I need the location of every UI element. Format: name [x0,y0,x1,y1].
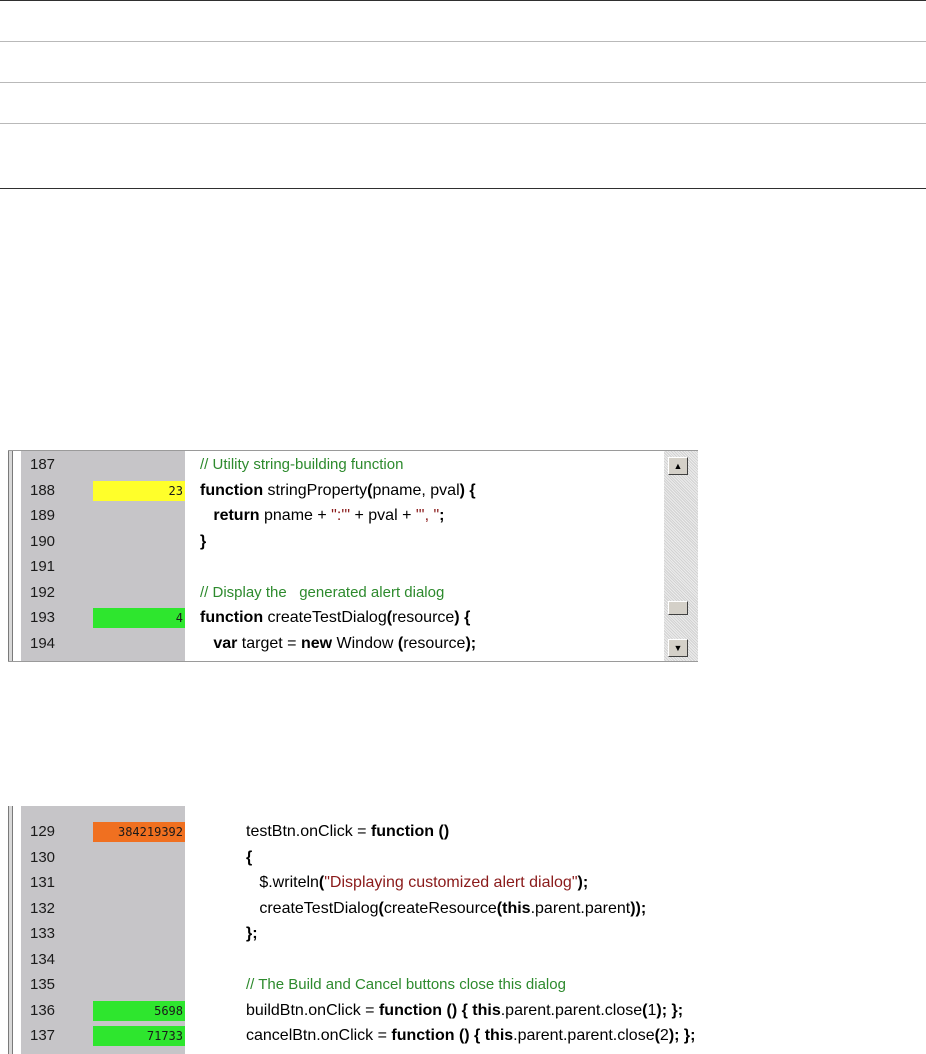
line-number: 129 [30,823,56,840]
code-line[interactable]: $.writeln("Displaying customized alert d… [246,873,588,893]
execution-count: 4 [93,608,185,628]
arrow-up-icon: ▲ [673,461,683,471]
code-line[interactable]: var target = new Window (resource); [200,634,476,654]
comment-token: // The Build and Cancel buttons close th… [246,976,566,993]
line-number: 191 [30,558,56,575]
keyword-token: new [300,634,333,652]
line-number: 189 [30,507,56,524]
line-number: 190 [30,532,56,550]
gutter-border [8,806,13,1054]
line-number: 132 [30,899,56,917]
string-token: ":'" [331,507,351,524]
keyword-token: ; [439,507,445,524]
keyword-token: }; [246,925,258,942]
scroll-thumb[interactable] [668,601,688,615]
line-number: 192 [30,583,56,601]
string-token: "Displaying customized alert dialog" [324,874,578,891]
code-line[interactable]: } [200,532,206,552]
comment-token: // Display the generated alert dialog [200,583,445,601]
divider [0,123,926,124]
keyword-token: ); [577,874,589,891]
execution-count: 71733 [93,1026,185,1046]
code-token: stringProperty [263,481,368,499]
code-editor-panel-1: 187 // Utility string-building function 18… [8,450,698,662]
keyword-token: function () [370,823,450,840]
code-token: pname, pval [372,481,460,499]
code-token: createTestDialog [263,609,387,626]
keyword-token: function [200,609,264,626]
keyword-token: )); [630,899,647,917]
code-line[interactable]: function createTestDialog(resource) { [200,608,470,628]
code-token: target = [237,634,301,652]
line-number: 135 [30,976,56,993]
keyword-token: this [502,899,531,917]
code-line[interactable]: testBtn.onClick = function () [246,822,449,842]
keyword-token: { [246,848,253,866]
execution-count: 5698 [93,1000,185,1021]
string-token: "', " [415,507,440,524]
vertical-scrollbar[interactable]: ▲ ▼ [664,451,698,661]
keyword-token: function () { this [391,1027,514,1044]
line-number: 137 [30,1027,56,1044]
keyword-token: var [200,634,238,652]
code-token: testBtn.onClick = [246,823,371,840]
line-number: 136 [30,1001,56,1019]
code-token: pname + [259,507,332,524]
code-token: resource [392,609,455,626]
code-token: createTestDialog [246,899,379,917]
code-token: $.writeln [246,874,319,891]
line-number: 193 [30,609,56,626]
code-token: + pval + [350,507,416,524]
gutter-border [8,451,13,661]
code-token: cancelBtn.onClick = [246,1027,392,1044]
execution-count: 23 [93,480,185,501]
line-number: 130 [30,848,56,866]
arrow-down-icon: ▼ [673,643,683,653]
divider [0,0,926,1]
line-number: 194 [30,634,56,652]
code-line[interactable]: cancelBtn.onClick = function () { this.p… [246,1026,695,1046]
execution-count: 384219392 [93,822,185,842]
code-line[interactable]: }; [246,924,258,944]
line-number: 134 [30,950,56,968]
code-editor-panel-2: 129 384219392 testBtn.onClick = function (… [8,806,868,1054]
code-token: .parent.parent.close [513,1027,655,1044]
keyword-token: function [200,481,264,499]
keyword-token: ) { [459,481,476,499]
divider [0,188,926,189]
line-number: 188 [30,481,56,499]
divider [0,82,926,83]
code-line[interactable]: // The Build and Cancel buttons close th… [246,975,566,995]
code-token: 2 [659,1027,669,1044]
keyword-token: ); }; [668,1027,696,1044]
keyword-token: ); }; [656,1001,684,1019]
line-number: 133 [30,925,56,942]
code-line[interactable]: // Utility string-building function [200,455,403,475]
code-token: buildBtn.onClick = [246,1001,379,1019]
comment-token: // Utility string-building function [200,456,404,473]
keyword-token: function () { this [378,1001,501,1019]
code-line[interactable]: return pname + ":'" + pval + "', "; [200,506,445,526]
scroll-up-button[interactable]: ▲ [668,457,688,475]
code-token: resource [403,634,466,652]
code-line[interactable]: function stringProperty(pname, pval) { [200,481,476,501]
code-line[interactable]: buildBtn.onClick = function () { this.pa… [246,1001,683,1021]
keyword-token: } [200,532,207,550]
code-line[interactable]: // Display the generated alert dialog [200,583,444,603]
keyword-token: return [200,507,260,524]
code-token: createResource [383,899,497,917]
code-line[interactable]: { [246,848,252,868]
divider [0,41,926,42]
line-number: 187 [30,456,56,473]
code-line[interactable]: createTestDialog(createResource(this.par… [246,899,646,919]
keyword-token: ); [465,634,477,652]
scroll-down-button[interactable]: ▼ [668,639,688,657]
keyword-token: ) { [454,609,471,626]
line-number: 131 [30,874,56,891]
code-token: .parent.parent [530,899,631,917]
code-token: .parent.parent.close [500,1001,643,1019]
code-token: Window [332,634,398,652]
